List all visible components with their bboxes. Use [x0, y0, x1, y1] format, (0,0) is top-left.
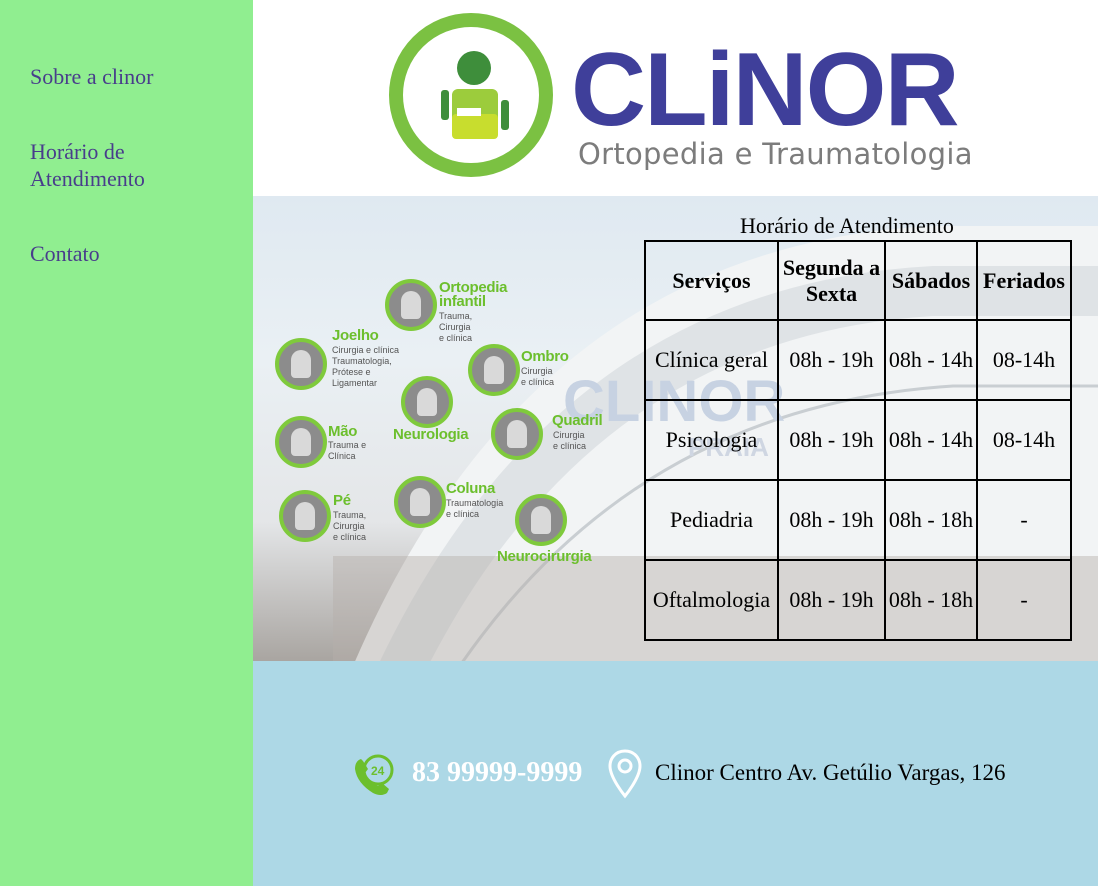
table-cell: - — [976, 559, 1072, 641]
header-cell: Segunda a Sexta — [777, 240, 886, 321]
table-cell: 08h - 19h — [777, 399, 886, 481]
table-cell: 08-14h — [976, 319, 1072, 401]
service-detail: Cirurgia e clínica — [521, 366, 555, 387]
contact-footer: 24 83 99999-9999 Clinor Centro Av. Getúl… — [253, 661, 1098, 886]
table-row: Pediadria 08h - 19h 08h - 18h - — [644, 479, 1072, 561]
nav-link-sobre[interactable]: Sobre a clinor — [30, 63, 230, 90]
service-title: Pé — [333, 492, 351, 509]
schedule-caption: Horário de Atendimento — [740, 213, 954, 238]
doctor-icon — [515, 494, 567, 546]
service-detail: Trauma e Clínica — [328, 440, 367, 461]
table-row: Clínica geral 08h - 19h 08h - 14h 08-14h — [644, 319, 1072, 401]
table-row: Oftalmologia 08h - 19h 08h - 18h - — [644, 559, 1072, 641]
phone-badge-text: 24 — [371, 764, 385, 778]
table-cell: Clínica geral — [644, 319, 779, 401]
service-detail: Trauma, Cirurgia e clínica — [333, 510, 367, 542]
service-title: Neurologia — [393, 426, 469, 443]
table-cell: Psicologia — [644, 399, 779, 481]
service-detail: Traumatologia e clínica — [446, 498, 504, 519]
table-header-row: Serviços Segunda a Sexta Sábados Feriado… — [644, 240, 1072, 321]
table-cell: Pediadria — [644, 479, 779, 561]
service-title: Neurocirurgia — [497, 548, 592, 565]
location-pin-icon — [608, 749, 642, 799]
service-title: Mão — [328, 423, 358, 440]
header-cell: Serviços — [644, 240, 779, 321]
phone-number[interactable]: 83 99999-9999 — [412, 757, 582, 789]
address-text: Clinor Centro Av. Getúlio Vargas, 126 — [655, 760, 1006, 785]
service-detail: Cirurgia e clínica Traumatologia, Prótes… — [332, 345, 400, 388]
table-cell: 08h - 18h — [884, 559, 978, 641]
service-detail: Trauma, Cirurgia e clínica — [439, 311, 473, 343]
service-title: Ortopedia infantil — [439, 279, 508, 310]
table-cell: 08-14h — [976, 399, 1072, 481]
service-title: Ombro — [521, 348, 569, 365]
phone-24h-icon: 24 — [355, 754, 394, 795]
hip-icon — [491, 408, 543, 460]
header-cell: Feriados — [976, 240, 1072, 321]
table-cell: 08h - 19h — [777, 319, 886, 401]
table-cell: - — [976, 479, 1072, 561]
knee-icon — [275, 338, 327, 390]
spine-icon — [394, 476, 446, 528]
header-cell: Sábados — [884, 240, 978, 321]
table-cell: 08h - 19h — [777, 479, 886, 561]
schedule-table: Serviços Segunda a Sexta Sábados Feriado… — [644, 240, 1072, 641]
service-title: Quadril — [552, 412, 603, 429]
table-cell: 08h - 18h — [884, 479, 978, 561]
table-cell: 08h - 19h — [777, 559, 886, 641]
hand-icon — [275, 416, 327, 468]
sidebar: Sobre a clinor Horário de Atendimento Co… — [0, 0, 253, 886]
table-cell: Oftalmologia — [644, 559, 779, 641]
brand-name: CLiNOR — [571, 32, 960, 148]
service-title: Joelho — [332, 327, 379, 344]
service-detail: Cirurgia e clínica — [553, 430, 587, 451]
child-icon — [385, 279, 437, 331]
shoulder-icon — [468, 344, 520, 396]
logo-header: CLiNOR Ortopedia e Traumatologia — [253, 0, 1098, 196]
foot-icon — [279, 490, 331, 542]
nav-link-horario[interactable]: Horário de Atendimento — [30, 138, 200, 192]
nav-link-contato[interactable]: Contato — [30, 240, 230, 267]
clinor-logo-mark — [389, 13, 553, 177]
table-row: Psicologia 08h - 19h 08h - 14h 08-14h — [644, 399, 1072, 481]
table-cell: 08h - 14h — [884, 319, 978, 401]
brand-tagline: Ortopedia e Traumatologia — [578, 137, 973, 171]
service-title: Coluna — [446, 480, 496, 497]
table-cell: 08h - 14h — [884, 399, 978, 481]
brain-icon — [401, 376, 453, 428]
